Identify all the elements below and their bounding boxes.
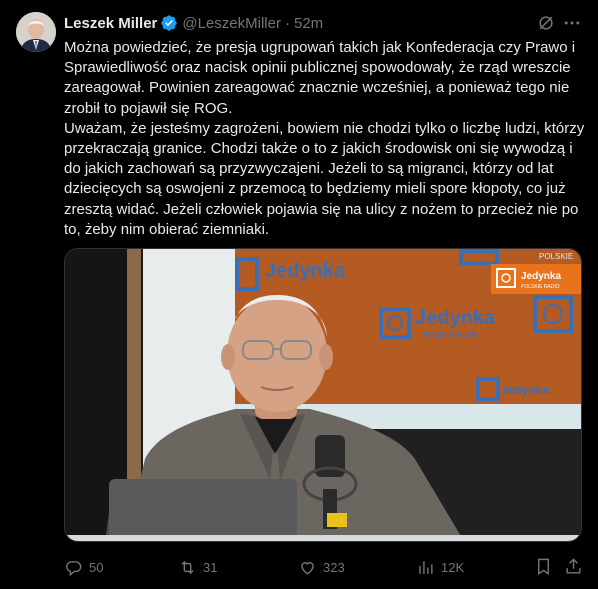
views-button[interactable]: 12K (416, 556, 464, 578)
wall-brand-sub: POLSKIE RADIO (423, 332, 478, 339)
avatar[interactable] (16, 12, 56, 52)
overlay-brand-sub: POLSKIE RADIO (521, 284, 560, 290)
like-button[interactable]: 323 (298, 556, 345, 578)
views-icon (419, 560, 433, 574)
tweet-image[interactable]: Jedynka Jedynka POLSKIE RADIO Jedynka PO… (64, 248, 582, 542)
verified-badge-icon (161, 15, 178, 31)
views-count: 12K (441, 559, 465, 575)
tweet-header: Leszek Miller @LeszekMiller · 52m (64, 13, 323, 33)
like-icon (301, 561, 314, 575)
share-icon[interactable] (564, 557, 583, 576)
repost-button[interactable]: 31 (178, 556, 217, 578)
bookmark-icon[interactable] (534, 557, 553, 576)
grok-icon[interactable] (536, 13, 556, 33)
wall-brand-2: Jedynka (415, 307, 496, 329)
author-handle[interactable]: @LeszekMiller (182, 15, 281, 32)
separator-dot: · (284, 14, 290, 32)
wall-brand-1: Jedynka (265, 260, 346, 282)
reply-icon (66, 560, 82, 576)
tweet: Leszek Miller @LeszekMiller · 52m Można … (0, 0, 598, 589)
timestamp[interactable]: 52m (294, 15, 323, 32)
overlay-brand: Jedynka (521, 271, 561, 282)
repost-icon (181, 560, 194, 574)
repost-count: 31 (203, 559, 218, 575)
author-name[interactable]: Leszek Miller (64, 15, 157, 32)
corner-label: POLSKIE (539, 252, 573, 261)
action-bar: 50 31 323 12K (64, 556, 584, 578)
more-icon[interactable] (562, 13, 582, 33)
reply-count: 50 (89, 559, 104, 575)
like-count: 323 (323, 559, 345, 575)
reply-button[interactable]: 50 (64, 556, 103, 578)
tweet-text: Można powiedzieć, że presja ugrupowań ta… (64, 39, 585, 238)
wall-brand-3: Jedynka (501, 383, 549, 397)
